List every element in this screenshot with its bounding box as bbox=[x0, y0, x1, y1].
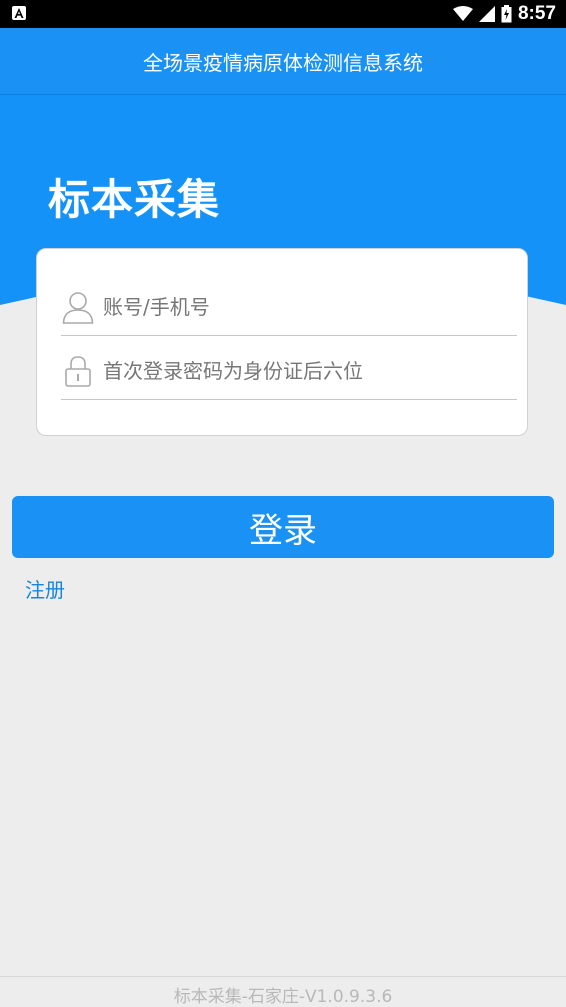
page-title: 标本采集 bbox=[48, 175, 221, 224]
password-field bbox=[61, 343, 517, 400]
password-input[interactable] bbox=[103, 359, 517, 383]
status-time: 8:57 bbox=[517, 3, 556, 24]
account-field bbox=[61, 279, 517, 336]
app-notification-icon bbox=[12, 6, 26, 20]
status-bar: 8:57 bbox=[0, 0, 566, 28]
version-footer: 标本采集-石家庄-V1.0.9.3.6 bbox=[173, 987, 393, 1007]
battery-icon bbox=[501, 5, 512, 23]
account-input[interactable] bbox=[103, 295, 517, 319]
register-link[interactable]: 注册 bbox=[25, 574, 65, 603]
app-bar: 全场景疫情病原体检测信息系统 bbox=[0, 28, 566, 95]
login-button[interactable]: 登录 bbox=[12, 496, 554, 558]
user-icon bbox=[61, 289, 95, 325]
footer-divider bbox=[0, 976, 566, 977]
signal-icon bbox=[478, 6, 495, 22]
wifi-icon bbox=[452, 6, 473, 21]
login-card bbox=[36, 248, 528, 436]
lock-icon bbox=[61, 353, 95, 389]
app-title: 全场景疫情病原体检测信息系统 bbox=[143, 50, 423, 75]
status-icons: 8:57 bbox=[452, 0, 556, 28]
